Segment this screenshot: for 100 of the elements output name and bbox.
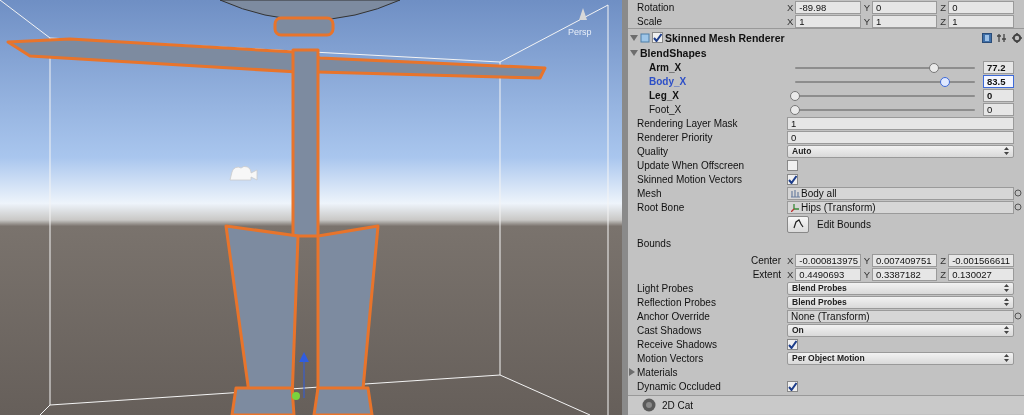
property-label: Skinned Motion Vectors [637,173,744,185]
axis-label: Z [940,254,947,266]
property-label: Quality [637,145,670,157]
object-field[interactable]: Body all [787,186,1014,200]
property-label: Anchor Override [637,310,711,322]
foldout-arrow-icon[interactable] [630,49,638,57]
axis-label: Z [940,268,947,280]
axis-label: Y [863,1,870,13]
object-picker-icon[interactable] [1014,312,1022,320]
foldout-arrow-icon[interactable] [630,33,638,42]
axis-label: X [787,254,794,266]
section-label[interactable]: BlendShapes [640,47,707,59]
number-field[interactable]: 0 [872,0,938,14]
property-label: Light Probes [637,282,695,294]
checkbox[interactable] [787,380,798,392]
number-field[interactable]: -0.000813975 [795,253,861,267]
checkmark-icon [653,33,662,42]
gizmo-arrow-icon[interactable] [299,352,309,398]
checkmark-icon [788,381,797,391]
axis-label: Y [863,254,870,266]
slider-thumb[interactable] [928,62,939,73]
blendshape-label: Arm_X [648,61,683,73]
dropdown[interactable]: Blend Probes [787,295,1014,309]
dropdown-arrow-icon [1004,326,1009,334]
axis-label: Z [940,1,947,13]
text-field[interactable]: 1 [787,116,1014,130]
property-label: Motion Vectors [637,352,705,364]
checkbox[interactable] [787,159,798,171]
sliders-icon[interactable] [997,32,1007,43]
checkbox[interactable] [787,173,798,185]
dropdown-arrow-icon [1004,147,1009,155]
checkmark-icon [788,339,797,349]
checkbox[interactable] [652,32,663,43]
gizmo-handle-icon[interactable] [292,392,300,400]
number-field[interactable]: 1 [872,14,938,28]
settings-icon[interactable] [1012,32,1022,43]
number-field[interactable]: 0.130027 [948,267,1014,281]
slider-thumb[interactable] [940,76,951,87]
slider-thumb[interactable] [790,104,800,115]
dropdown[interactable]: Blend Probes [787,281,1014,295]
number-field[interactable]: 1 [948,14,1014,28]
property-label: Center [750,254,782,266]
property-label: Scale [637,15,663,27]
camera-icon [229,166,258,181]
axis-label: Y [863,268,870,280]
checkmark-icon [788,174,797,184]
axis-label: X [787,268,794,280]
orientation-gizmo-icon[interactable] [579,8,587,20]
property-label: Bounds [637,238,672,249]
help-book-icon[interactable] [982,32,992,43]
number-field[interactable]: 1 [795,14,861,28]
property-label: Dynamic Occluded [637,380,722,392]
number-field[interactable]: 0 [983,88,1014,102]
dropdown[interactable]: Per Object Motion [787,351,1014,365]
property-label: Renderer Priority [637,131,714,143]
object-field[interactable]: None (Transform) [787,309,1014,323]
blendshape-label: Body_X [648,75,688,87]
axis-label: Z [940,15,947,27]
mesh-icon [791,188,800,198]
blendshape-label: Leg_X [648,89,680,101]
number-field[interactable]: -89.98 [795,0,861,14]
dropdown[interactable]: On [787,323,1014,337]
property-label: Mesh [637,187,663,199]
property-label: Extent [751,268,782,280]
property-label: Update When Offscreen [637,159,746,171]
component-title: 2D Cat [662,399,694,411]
number-field[interactable]: -0.001566611 [948,253,1014,267]
slider-thumb[interactable] [790,90,800,101]
bounds-curve-icon [792,219,804,229]
property-label: Cast Shadows [637,324,703,336]
mesh-renderer-icon [640,32,650,43]
object-field[interactable]: Hips (Transform) [787,200,1014,214]
property-label: Receive Shadows [637,338,719,350]
edit-bounds-button[interactable] [787,215,809,233]
checkbox[interactable] [787,338,798,350]
foldout-arrow-icon[interactable] [628,368,636,376]
number-field[interactable]: 0.007409751 [872,253,938,267]
number-field[interactable]: 0 [948,0,1014,14]
axes-icon [791,202,800,212]
number-field[interactable]: 77.2 [983,60,1014,74]
dropdown[interactable]: Auto [787,144,1014,158]
sphere-icon [642,398,656,412]
number-field[interactable]: 0.3387182 [872,267,938,281]
number-field[interactable]: 0 [983,102,1014,116]
foldout-label[interactable]: Materials [637,366,678,378]
axis-label: Y [863,15,870,27]
dropdown-arrow-icon [1004,284,1009,292]
dropdown-arrow-icon [1004,298,1009,306]
text-field[interactable]: 0 [787,130,1014,144]
number-field[interactable]: 0.4490693 [795,267,861,281]
number-field[interactable]: 83.5 [983,74,1014,88]
axis-label: X [787,1,794,13]
property-label: Reflection Probes [637,296,717,308]
component-title: Skinned Mesh Renderer [665,31,785,44]
dropdown-arrow-icon [1004,354,1009,362]
property-label: Root Bone [637,201,686,213]
property-label: Rotation [637,1,676,13]
blendshape-label: Foot_X [648,103,683,115]
property-label: Rendering Layer Mask [637,117,739,129]
axis-label: X [787,15,794,27]
